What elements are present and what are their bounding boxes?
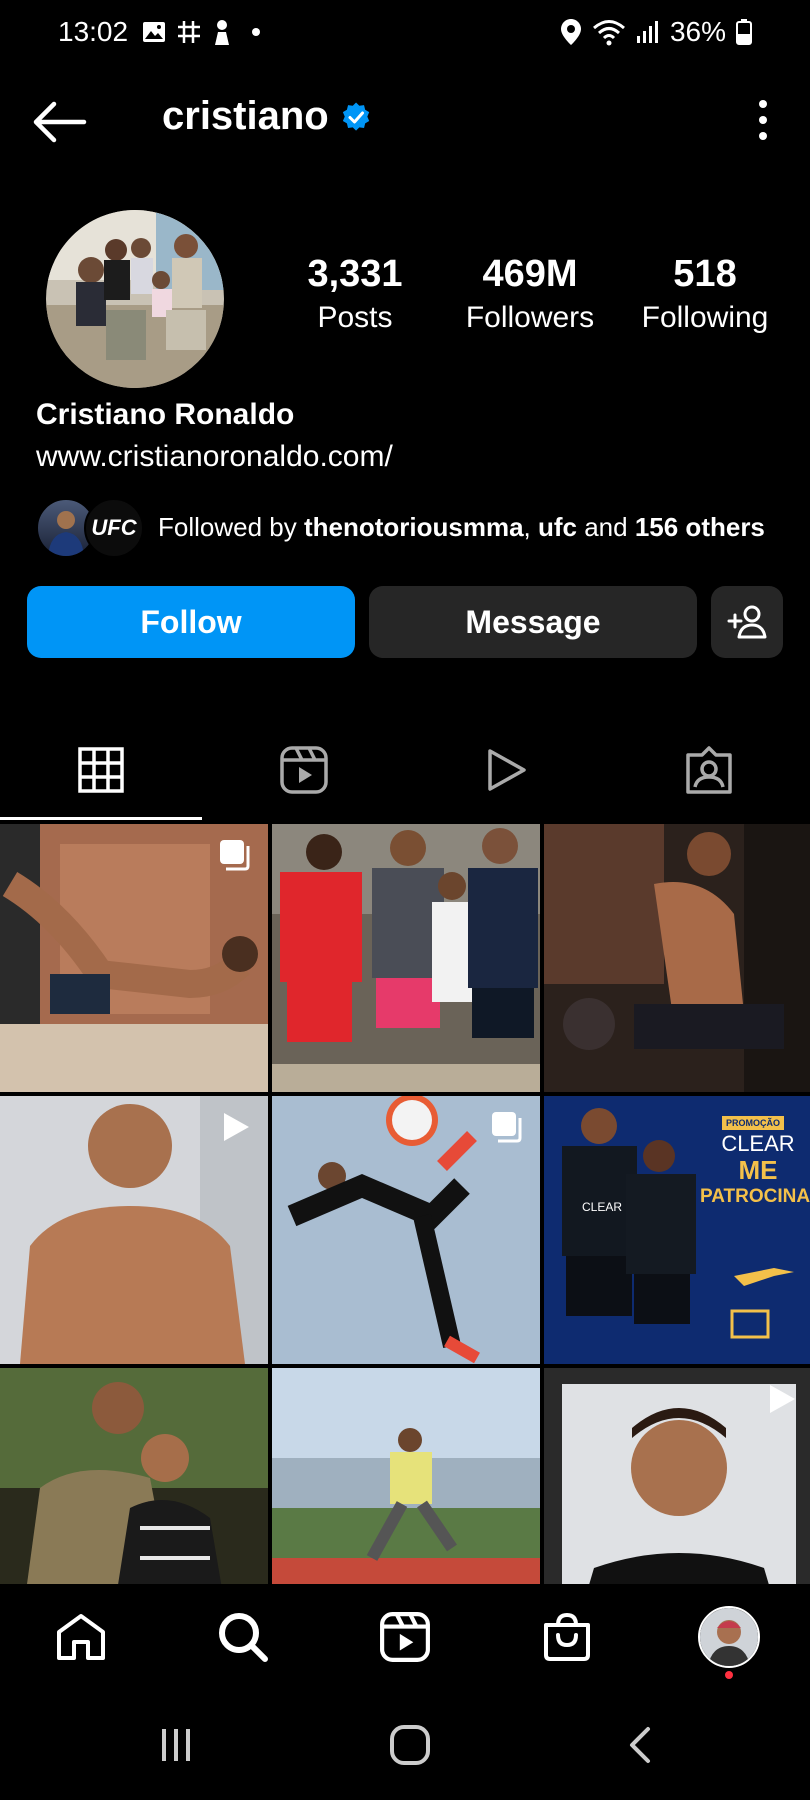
battery-icon xyxy=(736,19,752,45)
post-3[interactable] xyxy=(544,824,810,1092)
wifi-icon xyxy=(592,20,625,46)
nav-search[interactable] xyxy=(203,1597,283,1677)
follower-name-2[interactable]: ufc xyxy=(538,512,577,542)
home-button-icon[interactable] xyxy=(389,1724,431,1766)
search-icon xyxy=(219,1613,268,1662)
location-icon xyxy=(560,19,581,45)
following-label: Following xyxy=(641,301,769,334)
posts-grid: PROMOÇÃO CLEAR ME PATROCINA CLEAR xyxy=(0,824,810,1584)
carousel-icon xyxy=(220,840,250,871)
profile-header: cristiano xyxy=(0,70,810,170)
followed-by-sep: , xyxy=(523,511,538,542)
website-link[interactable]: www.cristianoronaldo.com/ xyxy=(36,440,393,474)
status-bar: 13:02 36% xyxy=(0,0,810,70)
reel-play-icon xyxy=(224,1113,249,1141)
follower-avatars: UFC xyxy=(36,496,144,558)
ufc-logo-text: UFC xyxy=(91,515,137,540)
status-right: 36% xyxy=(560,16,752,48)
posts-label: Posts xyxy=(317,301,393,334)
follower-name-1[interactable]: thenotoriousmma xyxy=(304,512,524,542)
hashtag-icon xyxy=(178,21,200,43)
nav-profile[interactable] xyxy=(689,1597,769,1679)
followers-count: 469M xyxy=(482,253,578,295)
username: cristiano xyxy=(162,94,329,138)
family-photo xyxy=(46,210,224,388)
nav-shop[interactable] xyxy=(527,1597,607,1677)
carousel-icon xyxy=(492,1112,522,1143)
stat-following[interactable]: 518 Following xyxy=(620,252,790,340)
bottom-navigation xyxy=(0,1584,810,1690)
status-time: 13:02 xyxy=(58,16,129,47)
reels-icon xyxy=(280,746,328,794)
post-2[interactable] xyxy=(272,824,540,1092)
signal-icon xyxy=(636,21,658,43)
promo-tag: PROMOÇÃO xyxy=(722,1116,784,1130)
tab-videos[interactable] xyxy=(405,720,608,820)
stat-posts[interactable]: 3,331 Posts xyxy=(270,252,440,340)
user-avatar xyxy=(698,1606,760,1668)
message-button[interactable]: Message xyxy=(369,586,697,658)
post-7[interactable] xyxy=(0,1368,268,1584)
follow-button[interactable]: Follow xyxy=(27,586,355,658)
profile-avatar[interactable] xyxy=(46,210,224,388)
clear-ad-line3: PATROCINA xyxy=(699,1186,810,1207)
nav-reels[interactable] xyxy=(365,1597,445,1677)
home-icon xyxy=(57,1614,105,1660)
verified-badge-icon xyxy=(342,101,369,131)
dot-icon xyxy=(252,28,260,36)
post-9[interactable] xyxy=(544,1368,810,1584)
tab-tagged[interactable] xyxy=(608,720,810,820)
grid-icon xyxy=(78,747,124,793)
followed-by-and: and xyxy=(577,511,635,542)
follower-avatar-2: UFC xyxy=(84,498,144,558)
post-5[interactable] xyxy=(272,1096,540,1364)
gym-photo xyxy=(544,824,810,1092)
posts-count: 3,331 xyxy=(307,253,403,295)
following-count: 518 xyxy=(673,253,737,295)
active-tab-indicator xyxy=(0,817,202,820)
followers-label: Followers xyxy=(465,301,595,334)
full-name: Cristiano Ronaldo xyxy=(36,398,295,431)
tab-reels[interactable] xyxy=(203,720,406,820)
back-arrow-icon[interactable] xyxy=(30,100,90,144)
reel-play-icon xyxy=(770,1385,795,1413)
post-8[interactable] xyxy=(272,1368,540,1584)
followed-by-text: Followed by thenotoriousmma, ufc and 156… xyxy=(158,512,765,543)
gallery-icon xyxy=(143,22,165,42)
followed-by[interactable]: UFC Followed by thenotoriousmma, ufc and… xyxy=(36,496,765,558)
battery-percent: 36% xyxy=(669,16,726,47)
status-left-icons xyxy=(142,18,266,46)
followed-by-others[interactable]: 156 others xyxy=(635,512,765,542)
recent-apps-icon[interactable] xyxy=(156,1725,196,1765)
post-6[interactable]: PROMOÇÃO CLEAR ME PATROCINA CLEAR xyxy=(544,1096,810,1364)
back-button-icon[interactable] xyxy=(624,1725,654,1765)
clear-ad-line1: CLEAR xyxy=(721,1131,795,1156)
system-navigation xyxy=(0,1690,810,1800)
notification-dot xyxy=(725,1671,733,1679)
shirt-logo: CLEAR xyxy=(582,1200,623,1214)
tagged-icon xyxy=(686,746,732,794)
play-icon xyxy=(488,749,526,791)
training-photo xyxy=(272,1368,540,1584)
clear-ad-line2: ME xyxy=(738,1155,778,1185)
post-4[interactable] xyxy=(0,1096,268,1364)
reels-icon xyxy=(380,1612,430,1662)
username-title: cristiano xyxy=(162,94,371,139)
profile-tabs xyxy=(0,720,810,820)
profile-stats: 3,331 Posts 469M Followers 518 Following xyxy=(270,252,790,340)
lock-person-icon xyxy=(215,20,229,45)
followed-by-prefix: Followed by xyxy=(158,511,304,542)
post-1[interactable] xyxy=(0,824,268,1092)
suggested-users-button[interactable] xyxy=(711,586,783,658)
more-options-icon[interactable] xyxy=(756,98,770,142)
add-person-icon xyxy=(727,605,767,639)
shopping-bag-icon xyxy=(544,1612,590,1661)
tab-grid[interactable] xyxy=(0,720,203,820)
group-photo xyxy=(272,824,540,1092)
stat-followers[interactable]: 469M Followers xyxy=(445,252,615,340)
mother-photo xyxy=(0,1368,268,1584)
nav-home[interactable] xyxy=(41,1597,121,1677)
